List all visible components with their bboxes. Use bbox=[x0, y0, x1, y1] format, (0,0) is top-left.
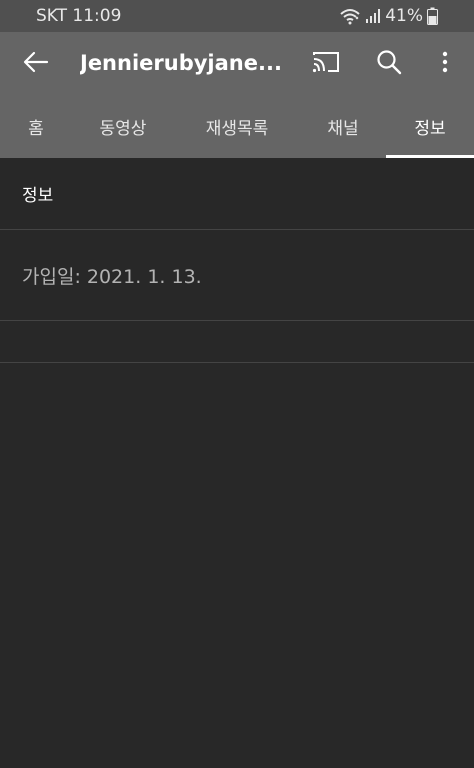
tab-channels[interactable]: 채널 bbox=[300, 94, 386, 158]
tab-label: 홈 bbox=[28, 118, 44, 139]
joined-date-row: 가입일: 2021. 1. 13. bbox=[0, 230, 474, 321]
more-vert-icon bbox=[442, 51, 448, 77]
status-carrier-time: SKT 11:09 bbox=[36, 6, 122, 26]
about-section-title: 정보 bbox=[0, 158, 474, 230]
tab-label: 채널 bbox=[327, 118, 359, 139]
joined-date-text: 가입일: 2021. 1. 13. bbox=[22, 265, 202, 288]
signal-icon bbox=[365, 8, 381, 24]
tab-label: 정보 bbox=[414, 118, 446, 139]
cast-button[interactable] bbox=[304, 42, 348, 86]
channel-tabs: 홈 동영상 재생목록 채널 정보 bbox=[0, 94, 474, 158]
back-button[interactable] bbox=[14, 42, 58, 86]
tab-home[interactable]: 홈 bbox=[0, 94, 72, 158]
cast-icon bbox=[312, 51, 340, 77]
empty-row bbox=[0, 321, 474, 363]
section-title-text: 정보 bbox=[22, 186, 54, 206]
status-icons: 41% bbox=[339, 6, 438, 26]
battery-percent: 41% bbox=[385, 6, 423, 26]
app-bar: Jennierubyjane... bbox=[0, 32, 474, 94]
battery-icon bbox=[427, 7, 438, 25]
status-bar: SKT 11:09 41% bbox=[0, 0, 474, 32]
search-icon bbox=[376, 49, 402, 79]
search-button[interactable] bbox=[367, 42, 411, 86]
back-arrow-icon bbox=[23, 51, 49, 77]
tab-label: 재생목록 bbox=[205, 118, 269, 139]
tab-videos[interactable]: 동영상 bbox=[72, 94, 174, 158]
channel-title: Jennierubyjane... bbox=[80, 51, 282, 75]
tab-playlists[interactable]: 재생목록 bbox=[174, 94, 300, 158]
wifi-icon bbox=[339, 7, 361, 25]
more-options-button[interactable] bbox=[423, 42, 467, 86]
tab-label: 동영상 bbox=[99, 118, 147, 139]
tab-about[interactable]: 정보 bbox=[386, 94, 474, 158]
